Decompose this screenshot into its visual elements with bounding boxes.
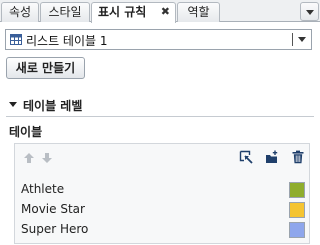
tab-properties[interactable]: 속성 — [1, 2, 39, 22]
select-divider — [292, 33, 293, 46]
tab-display-rules[interactable]: 표시 규칙 ✖ — [91, 2, 176, 23]
close-icon[interactable]: ✖ — [161, 3, 170, 21]
tab-label: 표시 규칙 — [98, 5, 147, 19]
table-icon — [10, 34, 22, 45]
table-select-value: 리스트 테이블 1 — [26, 34, 108, 48]
color-swatch[interactable] — [289, 202, 305, 218]
table-select[interactable]: 리스트 테이블 1 — [5, 29, 312, 50]
section-divider — [6, 116, 314, 117]
tab-menu-button[interactable] — [300, 2, 319, 21]
section-title: 테이블 레벨 — [23, 99, 83, 113]
tab-label: 역할 — [187, 5, 210, 19]
rule-label: Super Hero — [21, 222, 89, 236]
rule-row-movie-star[interactable]: Movie Star — [21, 200, 305, 220]
tab-label: 속성 — [8, 5, 32, 19]
add-rule-icon[interactable] — [265, 150, 279, 164]
rule-label: Athlete — [21, 182, 65, 196]
rule-label: Movie Star — [21, 202, 85, 216]
edit-icon[interactable] — [239, 150, 253, 164]
color-swatch[interactable] — [289, 182, 305, 198]
display-rules-pane: 속성 스타일 표시 규칙 ✖ 역할 리스트 테이블 1 새로 만들기 테이블 레… — [0, 0, 320, 245]
tab-bar: 속성 스타일 표시 규칙 ✖ 역할 — [0, 0, 320, 23]
tab-label: 스타일 — [48, 5, 82, 19]
arrow-down-icon — [40, 151, 54, 165]
rule-row-athlete[interactable]: Athlete — [21, 180, 305, 200]
new-rule-button[interactable]: 새로 만들기 — [6, 57, 85, 79]
tab-roles[interactable]: 역할 — [177, 2, 220, 22]
trash-icon[interactable] — [291, 150, 305, 164]
arrow-up-icon — [22, 151, 36, 165]
subsection-title: 테이블 — [9, 125, 43, 139]
chevron-down-icon — [298, 37, 306, 42]
collapse-triangle-icon — [9, 102, 17, 107]
tab-styles[interactable]: 스타일 — [40, 2, 90, 22]
rule-row-super-hero[interactable]: Super Hero — [21, 220, 305, 240]
color-swatch[interactable] — [289, 222, 305, 238]
rules-panel: Athlete Movie Star Super Hero — [14, 143, 310, 244]
